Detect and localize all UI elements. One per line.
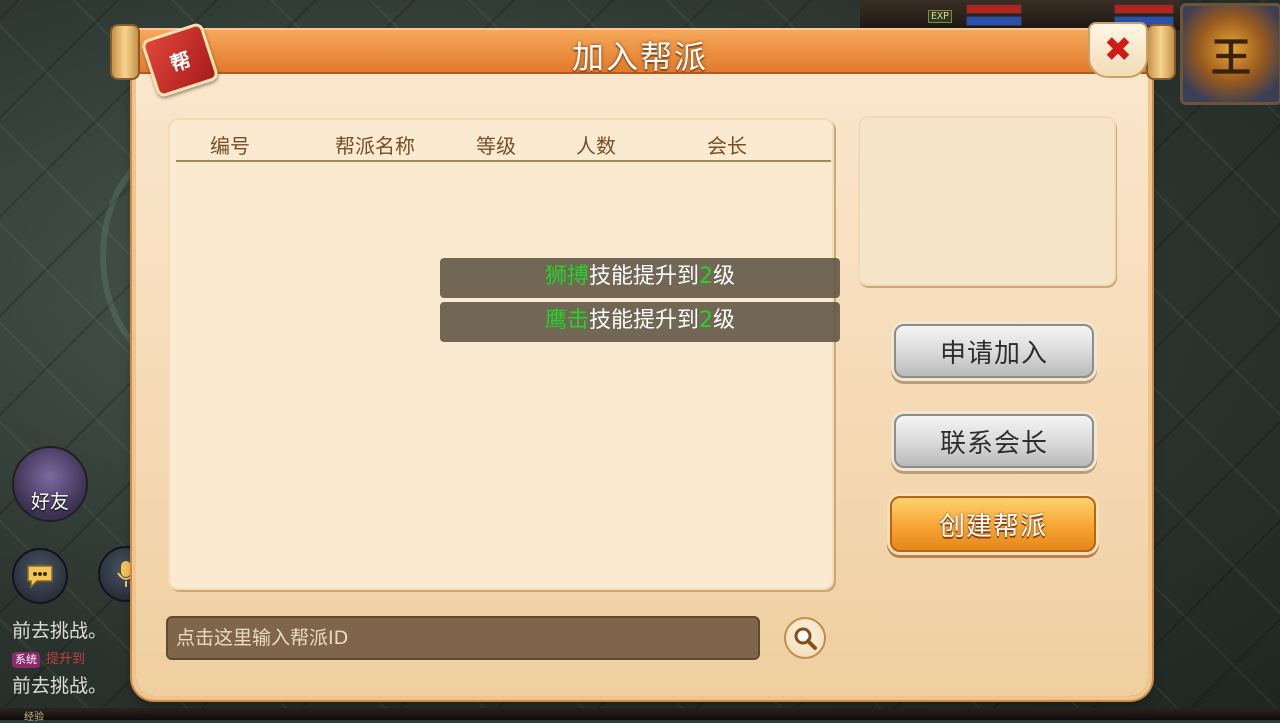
search-button[interactable] xyxy=(784,617,826,659)
friend-label: 好友 xyxy=(30,491,69,513)
toast-suffix: 级 xyxy=(713,264,736,289)
toast-skill-name: 鹰击 xyxy=(544,308,589,333)
skill-upgrade-toast: 鹰击技能提升到2级 xyxy=(440,302,840,342)
header-name: 帮派名称 xyxy=(335,134,415,158)
header-count: 人数 xyxy=(576,134,616,158)
chat-log: 前去挑战。 系统 提升到 前去挑战。 xyxy=(0,606,140,706)
system-text: 提升到 xyxy=(46,652,86,667)
player-hp-bar xyxy=(966,4,1022,14)
system-tag: 系统 xyxy=(12,652,40,668)
guild-list-header: 编号 帮派名称 等级 人数 会长 xyxy=(176,128,831,162)
hud-exp-tag: EXP xyxy=(928,10,953,23)
guild-list-panel[interactable] xyxy=(170,120,832,588)
friend-button[interactable]: 好友 xyxy=(12,446,88,522)
toast-skill-name: 狮搏 xyxy=(544,264,589,289)
toast-level: 2 xyxy=(699,308,713,333)
chat-line: 前去挑战。 xyxy=(12,675,108,697)
apply-join-button[interactable]: 申请加入 xyxy=(894,324,1094,378)
create-guild-button[interactable]: 创建帮派 xyxy=(890,496,1096,552)
chat-bubble-icon xyxy=(27,565,53,589)
toast-text: 技能提升到 xyxy=(588,308,699,333)
player-mp-bar xyxy=(966,16,1022,26)
toast-text: 技能提升到 xyxy=(588,264,699,289)
chat-button[interactable] xyxy=(12,548,68,604)
chat-system-line: 系统 提升到 xyxy=(0,644,140,673)
header-leader: 会长 xyxy=(707,134,747,158)
microphone-icon xyxy=(117,561,135,587)
toast-level: 2 xyxy=(699,264,713,289)
magnifier-icon xyxy=(794,627,817,650)
close-x-icon: ✖ xyxy=(1103,30,1133,70)
guild-info-panel xyxy=(860,118,1114,284)
header-level: 等级 xyxy=(476,134,516,158)
exp-bottom-bar: 经验 xyxy=(0,708,1280,723)
skill-upgrade-toast: 狮搏技能提升到2级 xyxy=(440,258,840,298)
close-button[interactable]: ✖ xyxy=(1088,22,1148,78)
toast-suffix: 级 xyxy=(713,308,736,333)
exp-label: 经验 xyxy=(24,712,44,723)
chat-line: 前去挑战。 xyxy=(12,620,108,642)
guild-id-search-input[interactable]: 点击这里输入帮派ID xyxy=(166,616,760,660)
header-id: 编号 xyxy=(210,134,250,158)
contact-leader-button[interactable]: 联系会长 xyxy=(894,414,1094,468)
pet-hp-bar xyxy=(1114,4,1174,14)
seal-label: 帮 xyxy=(167,46,194,76)
